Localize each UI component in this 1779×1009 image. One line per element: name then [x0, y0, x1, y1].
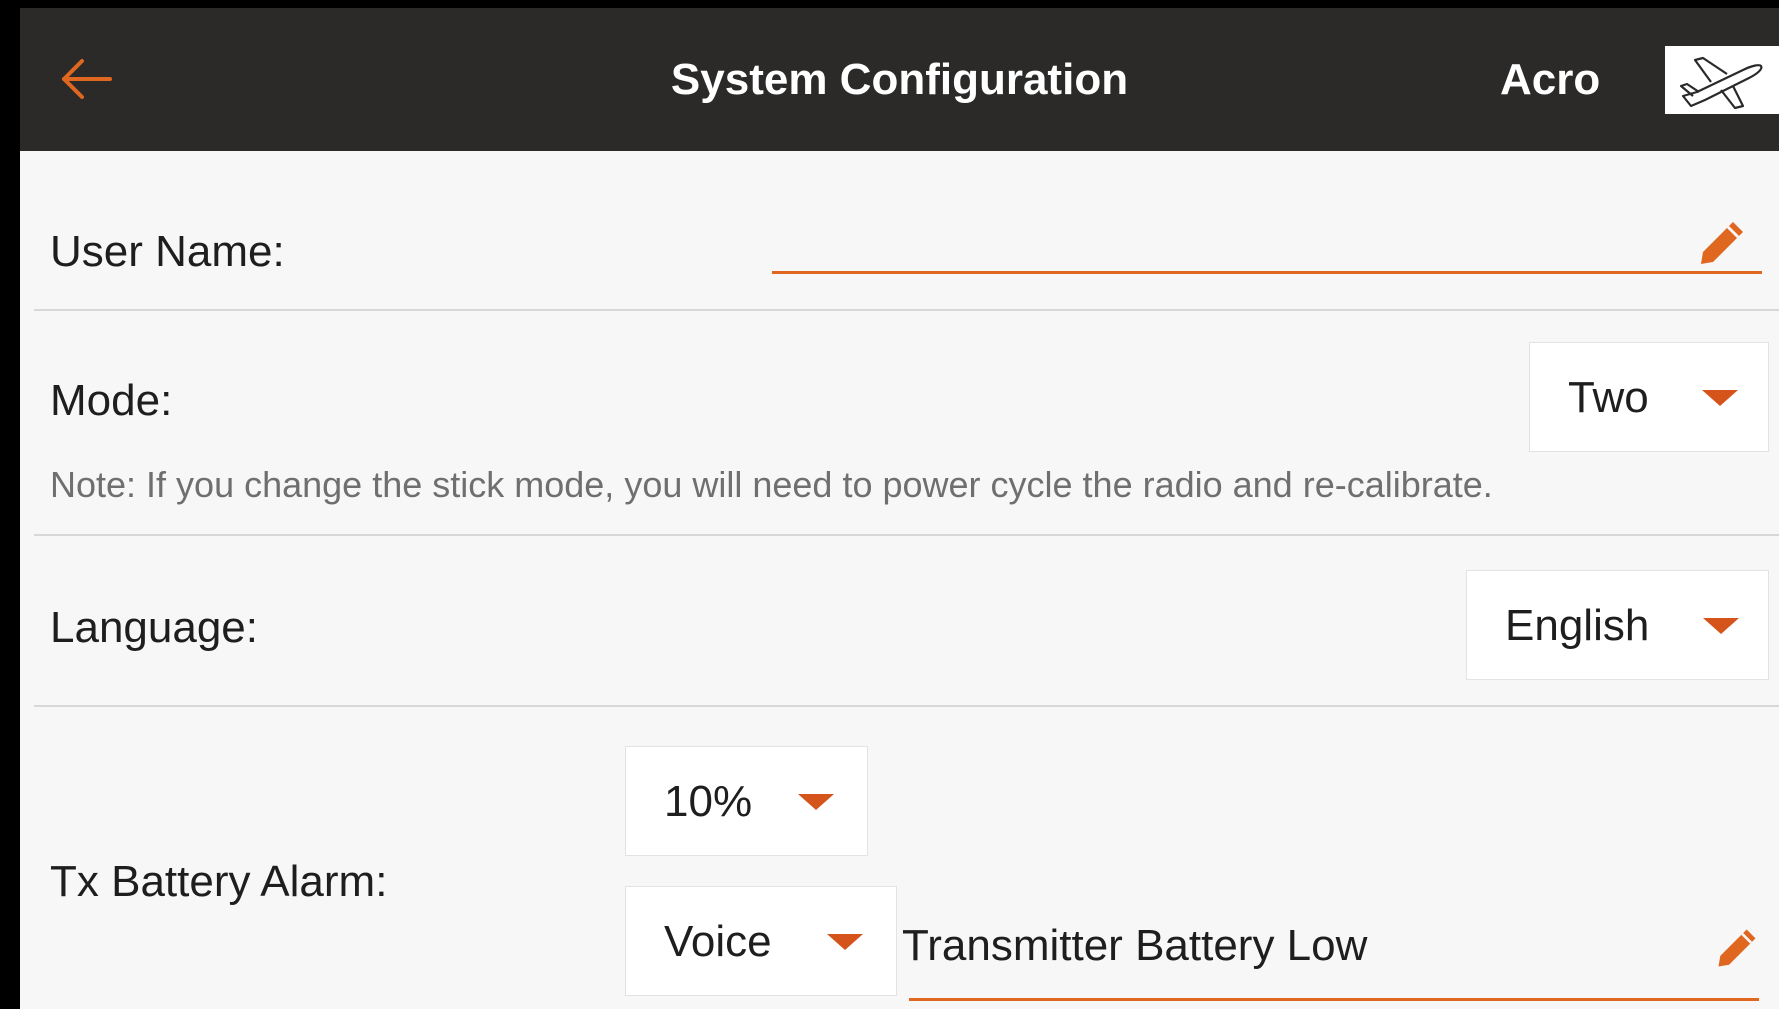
divider — [34, 705, 1779, 707]
divider — [34, 309, 1779, 311]
pencil-icon[interactable] — [1715, 926, 1759, 970]
system-configuration-panel: System Configuration Acro User Name: Mod… — [20, 8, 1779, 1009]
mode-label: Mode: — [50, 376, 173, 425]
alarm-text-field[interactable] — [909, 998, 1759, 1001]
chevron-down-icon — [1702, 390, 1738, 406]
model-type-label: Acro — [1500, 55, 1601, 104]
alarm-voice-text: Transmitter Battery Low — [902, 921, 1368, 970]
alert-type-dropdown[interactable]: Voice — [625, 886, 897, 996]
chevron-down-icon — [1703, 618, 1739, 634]
mode-value: Two — [1568, 373, 1649, 422]
tx-battery-alarm-label: Tx Battery Alarm: — [50, 857, 388, 906]
language-dropdown[interactable]: English — [1466, 570, 1769, 680]
user-name-label: User Name: — [50, 227, 285, 276]
chevron-down-icon — [798, 794, 834, 810]
screen: System Configuration Acro User Name: Mod… — [0, 0, 1779, 1009]
user-name-field[interactable] — [772, 271, 1762, 274]
chevron-down-icon — [827, 934, 863, 950]
divider — [34, 534, 1779, 536]
language-value: English — [1505, 601, 1650, 650]
pencil-icon[interactable] — [1697, 218, 1747, 268]
language-label: Language: — [50, 603, 258, 652]
alert-type-value: Voice — [664, 917, 772, 966]
battery-threshold-value: 10% — [664, 777, 753, 826]
airplane-icon[interactable] — [1665, 46, 1779, 114]
mode-note: Note: If you change the stick mode, you … — [50, 464, 1493, 505]
header-bar: System Configuration Acro — [20, 8, 1779, 151]
mode-dropdown[interactable]: Two — [1529, 342, 1769, 452]
battery-threshold-dropdown[interactable]: 10% — [625, 746, 868, 856]
